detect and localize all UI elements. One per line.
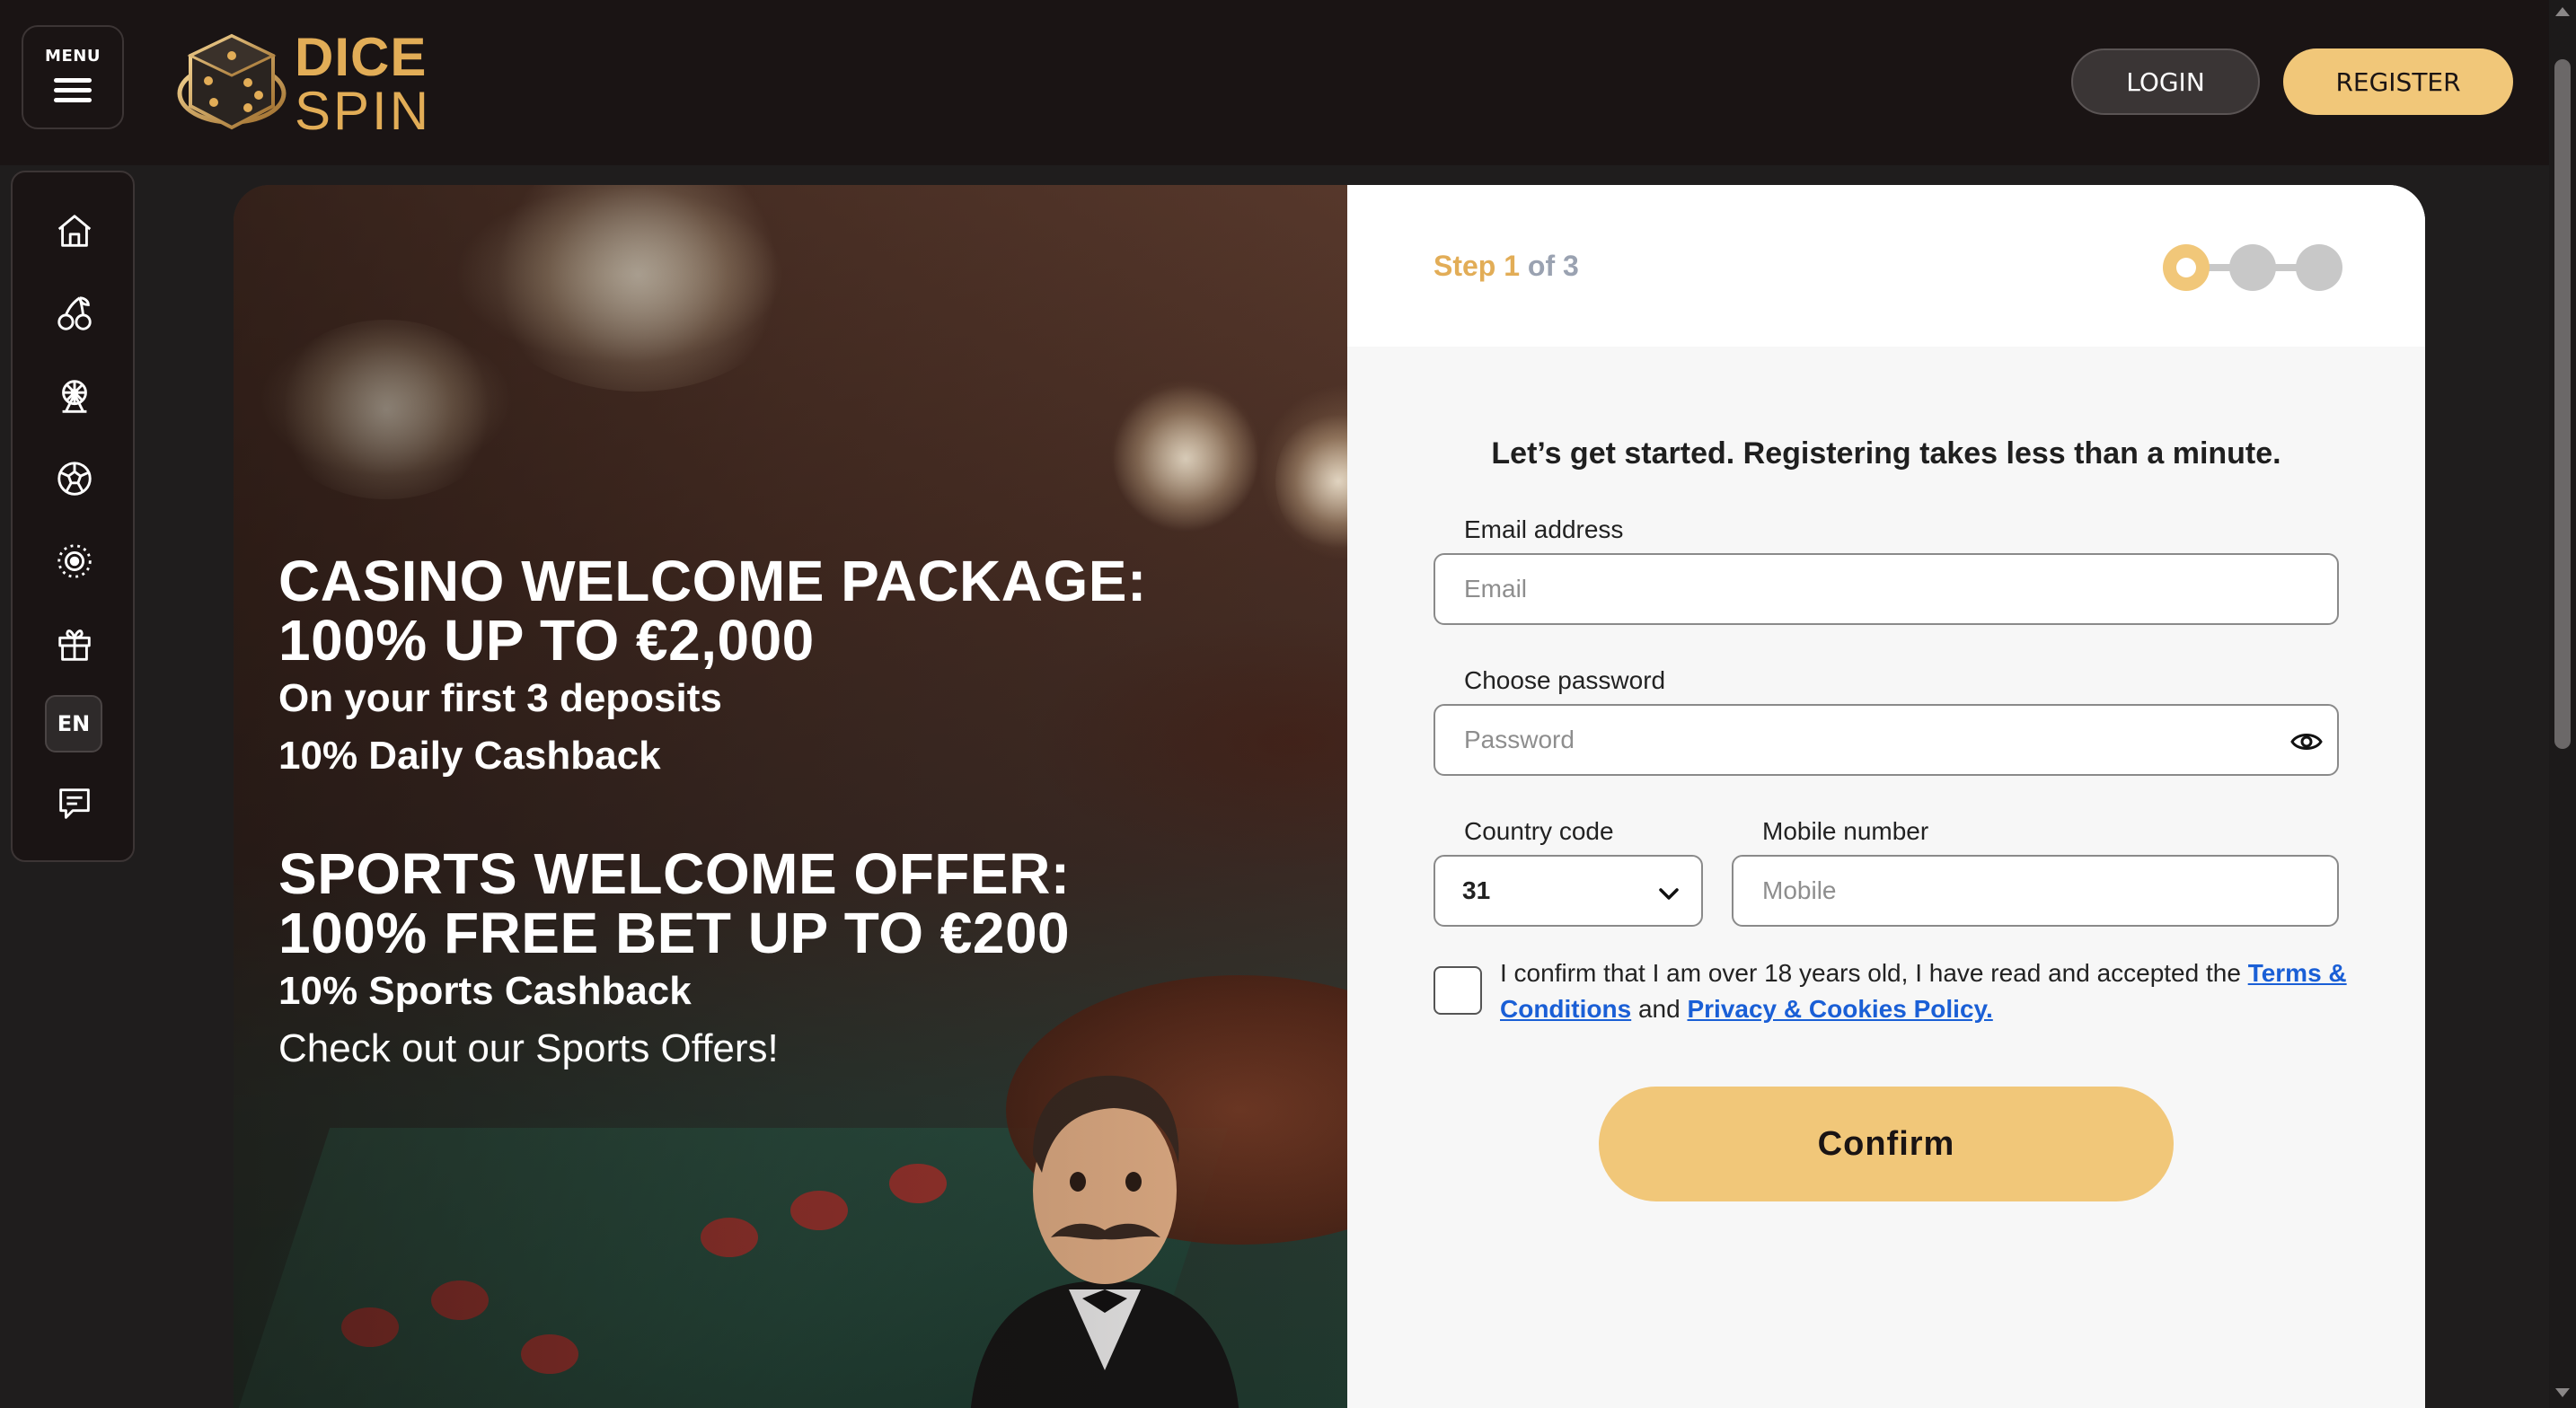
- promo-text-block: CASINO WELCOME PACKAGE: 100% UP TO €2,00…: [278, 551, 1147, 1078]
- language-selector[interactable]: EN: [45, 695, 102, 752]
- menu-button[interactable]: MENU: [22, 25, 124, 129]
- register-button[interactable]: REGISTER: [2283, 48, 2513, 115]
- password-label: Choose password: [1464, 666, 1666, 694]
- home-icon: [57, 215, 92, 247]
- age-terms-checkbox[interactable]: [1434, 966, 1482, 1015]
- terms-consent-text: I confirm that I am over 18 years old, I…: [1500, 955, 2353, 1027]
- sidebar-item-slots[interactable]: [52, 291, 97, 336]
- menu-label: MENU: [45, 47, 101, 66]
- login-button[interactable]: LOGIN: [2071, 48, 2260, 115]
- casino-offer-title-line2: 100% UP TO €2,000: [278, 608, 815, 673]
- mobile-number-label: Mobile number: [1762, 817, 1929, 845]
- country-code-select[interactable]: 31: [1434, 855, 1703, 927]
- privacy-policy-link[interactable]: Privacy & Cookies Policy.: [1687, 995, 1992, 1023]
- step-word: Step: [1434, 250, 1496, 282]
- step-progress: [2163, 244, 2342, 291]
- step-current: 1: [1504, 250, 1521, 282]
- gift-icon: [58, 629, 91, 661]
- sports-offers-link[interactable]: Check out our Sports Offers!: [278, 1020, 1147, 1078]
- chevron-down-icon: [1659, 888, 1679, 900]
- casino-offer-title-line1: CASINO WELCOME PACKAGE:: [278, 549, 1147, 613]
- sidebar-item-sports[interactable]: [52, 456, 97, 501]
- step-dot-1: [2163, 244, 2210, 291]
- show-password-eye-icon[interactable]: [2289, 724, 2325, 760]
- promo-banner: CASINO WELCOME PACKAGE: 100% UP TO €2,00…: [234, 185, 1347, 1408]
- casino-offer-deposits: On your first 3 deposits: [278, 676, 722, 720]
- ferris-wheel-icon: [62, 380, 87, 413]
- confirm-button[interactable]: Confirm: [1599, 1087, 2174, 1201]
- sidebar-item-promotions[interactable]: [52, 621, 97, 666]
- soccer-ball-icon: [57, 462, 92, 496]
- chat-icon: [59, 788, 90, 819]
- email-field[interactable]: Email: [1434, 553, 2339, 625]
- logo[interactable]: DICE SPIN: [176, 29, 428, 140]
- logo-text-dice: DICE: [295, 27, 428, 87]
- sidebar: EN: [11, 171, 135, 862]
- step-dot-3: [2296, 244, 2342, 291]
- country-code-value: 31: [1462, 876, 1491, 904]
- sidebar-item-chat[interactable]: [52, 781, 97, 826]
- dice-logo-icon: [176, 29, 287, 140]
- casino-offer-cashback: 10% Daily Cashback: [278, 734, 661, 778]
- password-placeholder: Password: [1464, 726, 1575, 753]
- sports-offer-title-line2: 100% FREE BET UP TO €200: [278, 901, 1071, 965]
- hamburger-icon: [54, 73, 92, 108]
- logo-text-spin: SPIN: [295, 81, 432, 141]
- sports-offer-cashback: 10% Sports Cashback: [278, 969, 692, 1013]
- sports-offer-title-line1: SPORTS WELCOME OFFER:: [278, 841, 1071, 906]
- scrollbar-thumb[interactable]: [2554, 59, 2571, 749]
- step-total: of 3: [1527, 250, 1579, 282]
- cherries-icon: [57, 296, 92, 330]
- consent-and: and: [1631, 995, 1688, 1023]
- mobile-number-field[interactable]: Mobile: [1732, 855, 2339, 927]
- consent-text: I confirm that I am over 18 years old, I…: [1500, 959, 2248, 987]
- scroll-up-arrow-icon[interactable]: [2555, 7, 2570, 16]
- sidebar-item-home[interactable]: [52, 208, 97, 253]
- step-indicator-text: Step 1 of 3: [1434, 250, 1579, 283]
- sidebar-item-virtuals[interactable]: [52, 539, 97, 584]
- top-bar: MENU DICE SPIN LOGIN REGISTER: [0, 0, 2576, 165]
- scroll-down-arrow-icon[interactable]: [2555, 1388, 2570, 1397]
- registration-form: Step 1 of 3 Let’s get started. Registeri…: [1347, 185, 2425, 1408]
- target-icon: [57, 544, 92, 578]
- form-intro: Let’s get started. Registering takes les…: [1491, 436, 2281, 471]
- country-code-label: Country code: [1464, 817, 1614, 845]
- step-dot-2: [2229, 244, 2276, 291]
- form-step-header: Step 1 of 3: [1347, 185, 2425, 347]
- email-label: Email address: [1464, 515, 1624, 543]
- sidebar-item-live-casino[interactable]: [52, 374, 97, 418]
- password-field[interactable]: Password: [1434, 704, 2339, 776]
